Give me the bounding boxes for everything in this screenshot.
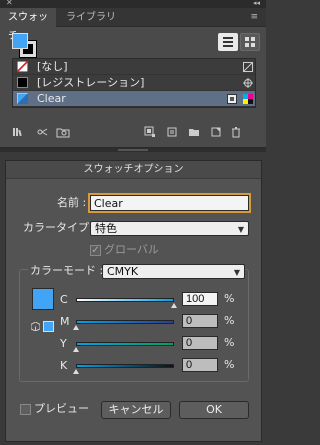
chevron-down-icon: ▼: [233, 268, 240, 277]
global-checkbox[interactable]: ✓: [90, 245, 101, 256]
channel-y-slider[interactable]: [76, 342, 174, 346]
swatch-label: [レジストレーション]: [37, 76, 145, 89]
new-color-group-icon[interactable]: [166, 126, 178, 138]
registration-icon: [243, 78, 253, 88]
color-preview-swatch: [32, 288, 54, 310]
close-icon[interactable]: ✕: [6, 0, 13, 8]
color-type-label: カラータイプ :: [23, 221, 97, 234]
channel-k-field[interactable]: [182, 358, 218, 372]
out-of-web-color-icon: [31, 322, 40, 331]
channel-k-slider[interactable]: [76, 364, 174, 368]
channel-y-label: Y: [60, 337, 67, 350]
name-label: 名前 :: [57, 196, 87, 209]
swatch-label: Clear: [37, 92, 66, 105]
channel-y-thumb[interactable]: [73, 347, 79, 352]
color-mode-value: CMYK: [107, 265, 139, 278]
color-mode-label: カラーモード :: [28, 263, 106, 279]
swatches-panel: ✕ ◂◂ スウォッチ ライブラリ ≡ [なし]: [0, 0, 266, 148]
spot-color-icon: [227, 94, 237, 104]
name-field[interactable]: [88, 193, 251, 213]
new-swatch-icon[interactable]: [210, 126, 222, 138]
percent-label: %: [224, 292, 235, 305]
panel-menu-icon[interactable]: ≡: [250, 12, 258, 22]
panel-resize-handle[interactable]: [0, 148, 266, 152]
color-type-select[interactable]: 特色 ▼: [90, 221, 249, 236]
global-label: グローバル: [104, 243, 159, 256]
channel-c-field[interactable]: [182, 292, 218, 306]
dialog-title: スウォッチオプション: [6, 161, 261, 179]
grid-view-icon: [245, 37, 255, 47]
percent-label: %: [224, 336, 235, 349]
cancel-button[interactable]: キャンセル: [101, 401, 171, 419]
swatch-row-clear[interactable]: Clear: [13, 91, 255, 107]
grid-view-button[interactable]: [240, 33, 260, 51]
percent-label: %: [224, 314, 235, 327]
swatch-toolbar: [0, 122, 266, 142]
swatch-row-none[interactable]: [なし]: [13, 59, 255, 75]
color-mode-group: カラーモード : CMYK ▼ C % M % Y % K: [19, 263, 249, 382]
fill-swatch[interactable]: [12, 33, 28, 49]
percent-label: %: [224, 358, 235, 371]
panel-titlebar: ✕ ◂◂: [0, 0, 266, 8]
swatch-libraries-menu-icon[interactable]: [12, 126, 24, 138]
show-kind-menu-icon[interactable]: [56, 126, 70, 138]
chevron-down-icon: ▼: [237, 225, 244, 234]
collapse-arrows-icon[interactable]: ◂◂: [253, 0, 260, 8]
swatch-label: [なし]: [37, 60, 68, 73]
noneditable-icon: [243, 62, 253, 72]
channel-k-label: K: [60, 359, 68, 372]
channel-k-thumb[interactable]: [73, 369, 79, 374]
cc-libraries-icon[interactable]: [36, 126, 48, 138]
channel-m-thumb[interactable]: [73, 325, 79, 330]
list-view-icon: [223, 37, 233, 47]
channel-y-field[interactable]: [182, 336, 218, 350]
fill-stroke-indicator[interactable]: [12, 33, 37, 58]
channel-m-slider[interactable]: [76, 320, 174, 324]
spot-swatch-icon: [17, 93, 28, 104]
channel-c-slider[interactable]: [76, 298, 174, 302]
web-safe-color-swatch[interactable]: [43, 321, 54, 332]
color-type-value: 特色: [95, 222, 117, 235]
ok-button[interactable]: OK: [179, 401, 249, 419]
channel-c-thumb[interactable]: [171, 303, 177, 308]
color-mode-select[interactable]: CMYK ▼: [102, 264, 245, 279]
panel-tabs: スウォッチ ライブラリ ≡: [0, 8, 266, 42]
channel-m-field[interactable]: [182, 314, 218, 328]
channel-m-label: M: [60, 315, 70, 328]
swatch-row-registration[interactable]: [レジストレーション]: [13, 75, 255, 91]
tab-swatches[interactable]: スウォッチ: [0, 8, 56, 42]
swatch-list: [なし] [レジストレーション] Clear: [12, 58, 256, 108]
swatch-options-icon[interactable]: [144, 126, 156, 138]
trash-icon[interactable]: [230, 126, 242, 138]
none-swatch-icon: [17, 61, 28, 72]
list-view-button[interactable]: [218, 33, 238, 51]
preview-checkbox[interactable]: [20, 404, 31, 415]
swatch-options-dialog: スウォッチオプション 名前 : カラータイプ : 特色 ▼ ✓ グローバル カラ…: [5, 160, 262, 442]
cmyk-mode-icon: [243, 94, 253, 104]
folder-icon[interactable]: [188, 126, 200, 138]
preview-label: プレビュー: [34, 402, 89, 415]
channel-c-label: C: [60, 293, 68, 306]
tab-libraries[interactable]: ライブラリ: [58, 8, 124, 27]
registration-swatch-icon: [17, 77, 28, 88]
